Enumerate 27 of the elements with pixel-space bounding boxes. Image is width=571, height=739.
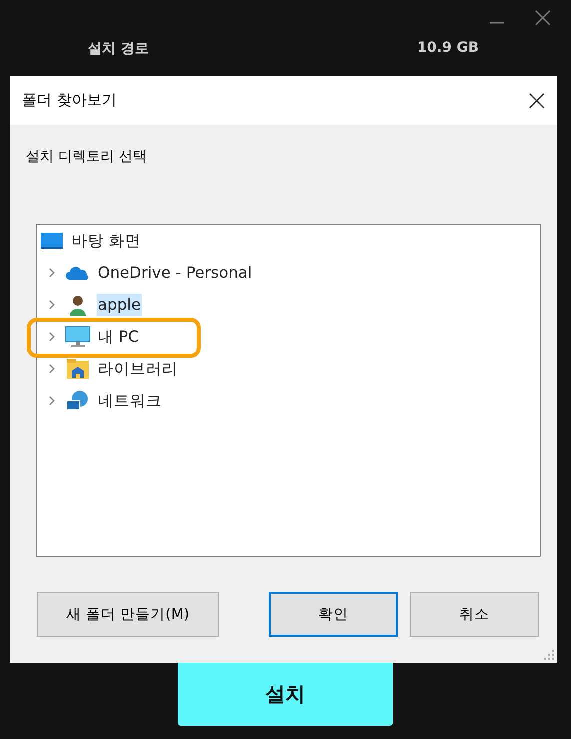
person-icon: [67, 294, 89, 316]
cloud-icon: [65, 264, 91, 282]
chevron-icon[interactable]: [47, 395, 57, 407]
tree-item[interactable]: 라이브러리: [97, 356, 179, 382]
chevron-icon[interactable]: [47, 267, 57, 279]
chevron-icon[interactable]: [47, 299, 57, 311]
tree-item[interactable]: 내 PC: [97, 324, 140, 350]
dialog-button[interactable]: 확인: [269, 592, 398, 637]
size-text: 10.9 GB: [417, 40, 479, 58]
path-label: 설치 경로: [88, 40, 149, 59]
install-button[interactable]: 설치: [178, 663, 393, 726]
dialog-title: 폴더 찾아보기: [22, 91, 117, 110]
close-icon[interactable]: [529, 92, 545, 108]
prompt-text: 설치 디렉토리 선택: [26, 148, 147, 166]
resize-grip-icon[interactable]: [544, 650, 554, 660]
tree-item[interactable]: apple: [97, 294, 142, 316]
network-icon: [66, 390, 90, 412]
chevron-icon[interactable]: [47, 331, 57, 343]
desktop-icon: [40, 231, 64, 251]
new-folder-button[interactable]: 새 폴더 만들기(M): [37, 592, 219, 637]
tree-item[interactable]: 바탕 화면: [71, 228, 142, 254]
tree-item[interactable]: OneDrive - Personal: [97, 262, 254, 284]
tree-item[interactable]: 네트워크: [97, 388, 163, 414]
monitor-icon: [65, 326, 91, 348]
library-icon: [66, 358, 90, 380]
chevron-icon[interactable]: [47, 363, 57, 375]
dialog-button[interactable]: 취소: [410, 592, 539, 637]
